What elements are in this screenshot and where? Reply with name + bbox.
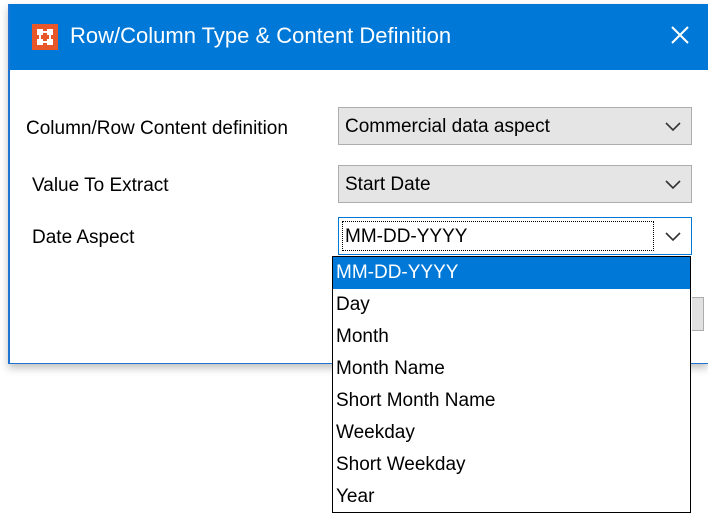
chevron-down-icon [665,122,681,132]
title-bar[interactable]: Row/Column Type & Content Definition [10,4,708,70]
dropdown-option-month[interactable]: Month [333,321,690,353]
screen: Row/Column Type & Content Definition Col… [0,0,708,514]
content-definition-combobox[interactable]: Commercial data aspect [338,107,692,145]
dropdown-option-day[interactable]: Day [333,289,690,321]
dropdown-option-short-weekday[interactable]: Short Weekday [333,449,690,481]
date-aspect-label: Date Aspect [32,227,135,248]
value-to-extract-combobox[interactable]: Start Date [338,165,692,203]
chevron-down-icon [665,180,681,190]
dropdown-option-weekday[interactable]: Weekday [333,417,690,449]
content-definition-value: Commercial data aspect [345,116,550,137]
content-definition-label: Column/Row Content definition [26,118,288,139]
date-aspect-combobox[interactable]: MM-DD-YYYY [338,217,692,255]
chevron-down-icon [665,232,681,242]
dropdown-option-mm-dd-yyyy[interactable]: MM-DD-YYYY [333,257,690,289]
hidden-dialog-button[interactable] [692,297,704,331]
app-grid-icon [32,24,58,50]
value-to-extract-label: Value To Extract [32,175,169,196]
close-icon [671,26,689,44]
date-aspect-value: MM-DD-YYYY [345,226,468,247]
value-to-extract-value: Start Date [345,174,431,195]
dropdown-option-year[interactable]: Year [333,481,690,513]
close-button[interactable] [660,15,700,55]
dropdown-option-short-month-name[interactable]: Short Month Name [333,385,690,417]
date-aspect-dropdown-list: MM-DD-YYYY Day Month Month Name Short Mo… [332,256,691,513]
dialog-title: Row/Column Type & Content Definition [70,23,452,48]
dropdown-option-month-name[interactable]: Month Name [333,353,690,385]
